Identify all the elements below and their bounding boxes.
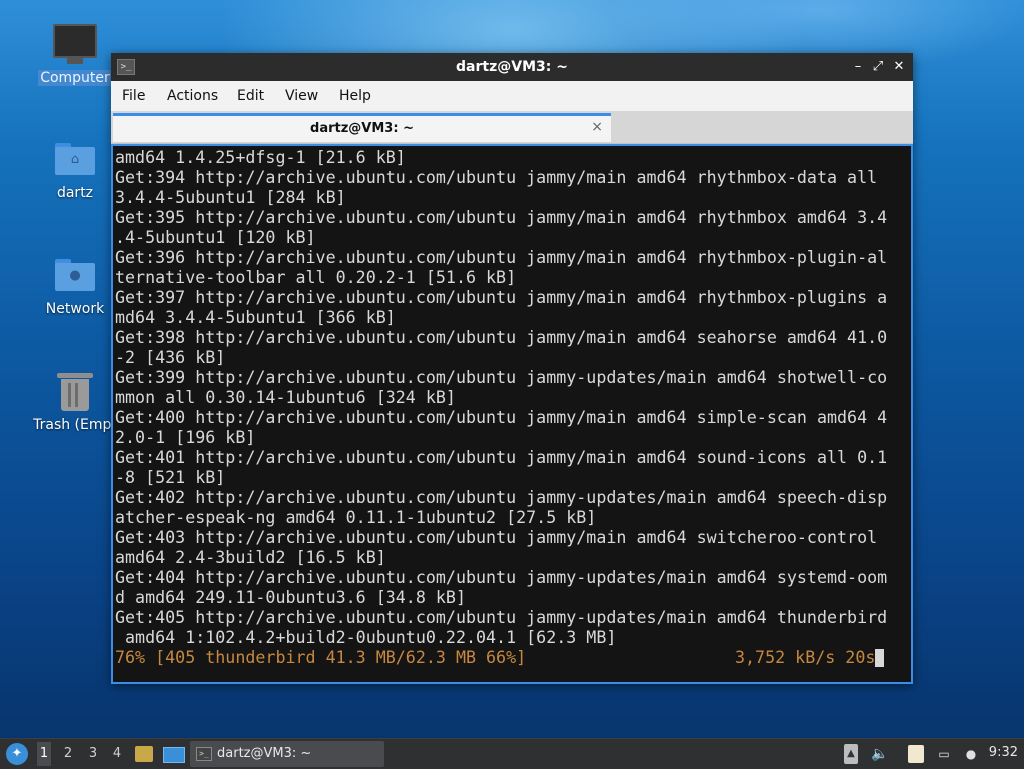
progress-status: 76% [405 thunderbird 41.3 MB/62.3 MB 66%… [115,648,527,667]
menubar: File Actions Edit View Help [111,81,913,111]
desktop-icon-network[interactable]: ● Network [27,259,123,317]
desktop-icon-trash[interactable]: Trash (Empt [27,373,123,433]
terminal-output[interactable]: amd64 1.4.25+dfsg-1 [21.6 kB] Get:394 ht… [111,144,913,684]
menu-file[interactable]: File [122,88,145,104]
home-folder-icon: ⌂ [55,143,95,175]
download-speed: 3,752 kB/s 20s [735,648,876,667]
desktop-icon-computer[interactable]: Computer [27,24,123,86]
window-title: dartz@VM3: ~ [456,59,568,75]
workspace-4[interactable]: 4 [110,746,124,761]
maximize-button[interactable]: ⤢ [869,58,887,76]
volume-icon[interactable]: 🔈 [870,744,890,764]
terminal-lines: amd64 1.4.25+dfsg-1 [21.6 kB] Get:394 ht… [115,148,888,647]
menu-edit[interactable]: Edit [237,88,264,104]
terminal-cursor [875,649,884,667]
file-manager-icon[interactable] [135,746,153,762]
close-button[interactable]: ✕ [890,58,908,76]
show-desktop-icon[interactable] [163,747,185,763]
workspace-3[interactable]: 3 [86,746,100,761]
trash-icon [57,373,93,411]
tab-bar: dartz@VM3: ~ × [111,111,913,144]
desktop-icon-label: Computer [38,70,112,86]
desktop-icon-dartz[interactable]: ⌂ dartz [27,143,123,201]
terminal-window: >_ dartz@VM3: ~ – ⤢ ✕ File Actions Edit … [111,53,913,684]
desktop-icon-label: Trash (Empt [33,417,117,433]
desktop-icon-label: dartz [56,185,94,201]
clipboard-icon[interactable] [908,745,924,763]
eject-icon[interactable]: ▲ [844,744,858,764]
workspace-2[interactable]: 2 [61,746,75,761]
clock: 9:32 [988,745,1018,760]
terminal-tab[interactable]: dartz@VM3: ~ × [113,113,611,142]
menu-actions[interactable]: Actions [167,88,218,104]
tab-title: dartz@VM3: ~ [310,121,414,136]
taskbar-item-label: dartz@VM3: ~ [217,746,312,761]
taskbar-item-terminal[interactable]: >_ dartz@VM3: ~ [190,741,384,767]
tab-close-icon[interactable]: × [591,119,603,135]
network-icon[interactable]: ▭ [934,744,954,764]
minimize-button[interactable]: – [849,58,867,76]
start-menu-icon[interactable]: ✦ [6,743,28,765]
network-folder-icon: ● [55,259,95,291]
menu-help[interactable]: Help [339,88,371,104]
workspace-1[interactable]: 1 [37,742,51,766]
terminal-icon: >_ [196,747,212,761]
desktop-icon-label: Network [45,301,105,317]
notification-icon[interactable]: ● [961,744,981,764]
taskbar: ✦ 1 2 3 4 >_ dartz@VM3: ~ ▲ 🔈 ▭ ● 9:32 [0,738,1024,769]
computer-icon [53,24,97,64]
menu-view[interactable]: View [285,88,318,104]
window-titlebar[interactable]: >_ dartz@VM3: ~ – ⤢ ✕ [111,53,913,81]
